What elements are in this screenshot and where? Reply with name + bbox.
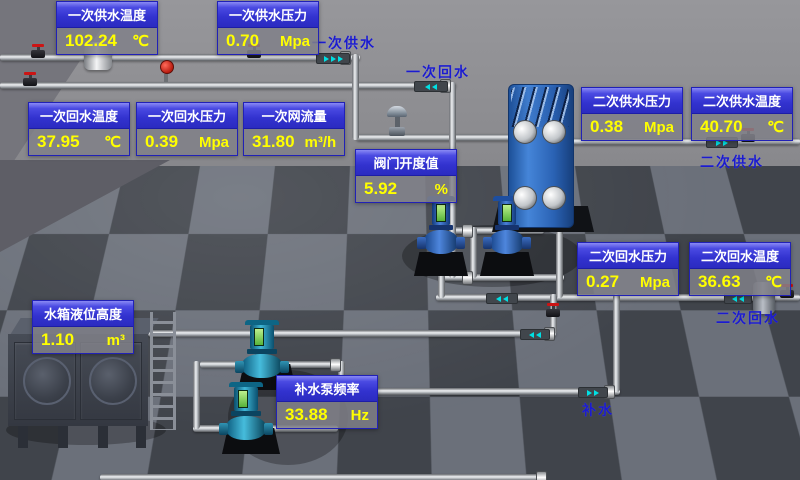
gauge-secondary-supply-pressure[interactable]: 二次供水压力 0.38Mpa	[581, 87, 683, 141]
gauge-title: 补水泵频率	[277, 376, 377, 402]
gauge-title: 二次回水压力	[578, 243, 678, 269]
gauge-secondary-return-temp[interactable]: 二次回水温度 36.63℃	[689, 242, 791, 296]
flow-arrows-right-icon	[578, 387, 608, 398]
flow-arrows-left-icon	[486, 293, 518, 304]
gauge-title: 一次供水压力	[218, 2, 318, 28]
electric-control-valve[interactable]	[386, 106, 408, 136]
gauge-value: 1.10m³	[33, 327, 133, 353]
pump-status-indicator	[238, 390, 248, 408]
tank-leg	[98, 424, 108, 448]
gauge-value: 0.27Mpa	[578, 269, 678, 295]
gauge-primary-supply-temp[interactable]: 一次供水温度 102.24℃	[56, 1, 158, 55]
pipe-tag-primary-supply: 一次供水	[312, 33, 376, 53]
makeup-pump-1[interactable]	[242, 320, 282, 378]
gauge-makeup-pump-freq[interactable]: 补水泵频率 33.88Hz	[276, 375, 378, 429]
pipe-tag-primary-return: 一次回水	[406, 62, 470, 82]
tank-manhole	[89, 357, 137, 405]
makeup-pump-2[interactable]	[226, 382, 266, 440]
hx-port-top-left	[513, 120, 537, 144]
pipe-makeup-riser	[613, 294, 620, 392]
gauge-value: 33.88Hz	[277, 402, 377, 428]
pipe-manifold-drop	[438, 274, 445, 298]
hmi-scada-screen: 一次供水 一次回水 二次供水 二次回水 补水 一次供水温度 102.24℃ 一次…	[0, 0, 800, 480]
pipe-flange	[330, 358, 341, 372]
pressure-gauge-icon	[160, 60, 172, 82]
gauge-title: 二次供水压力	[582, 88, 682, 114]
gauge-valve-opening[interactable]: 阀门开度值 5.92%	[355, 149, 457, 203]
pipe-primary-supply-drop	[352, 54, 359, 140]
gauge-title: 一次网流量	[244, 103, 344, 129]
pump-status-indicator	[254, 328, 264, 346]
pipe-bottom-line	[100, 474, 545, 480]
flow-arrows-left-icon	[520, 329, 550, 340]
gauge-tank-level[interactable]: 水箱液位高度 1.10m³	[32, 300, 134, 354]
circulation-pump2-base	[480, 252, 534, 276]
gauge-primary-return-temp[interactable]: 一次回水温度 37.95℃	[28, 102, 130, 156]
gauge-value: 40.70℃	[692, 114, 792, 140]
gauge-title: 阀门开度值	[356, 150, 456, 176]
gauge-title: 一次供水温度	[57, 2, 157, 28]
gauge-primary-flow[interactable]: 一次网流量 31.80m³/h	[243, 102, 345, 156]
circulation-pump1-base	[414, 252, 468, 276]
pipe-primary-supply	[0, 54, 360, 61]
pipe-flange	[462, 224, 473, 238]
flow-arrows-left-icon	[414, 81, 448, 92]
gauge-primary-supply-pressure[interactable]: 一次供水压力 0.70Mpa	[217, 1, 319, 55]
shutoff-valve-tank-connector[interactable]	[545, 303, 561, 319]
pipe-flange	[536, 471, 547, 480]
tank-leg	[18, 424, 28, 448]
hx-port-bottom-left	[513, 186, 537, 210]
gauge-value: 0.38Mpa	[582, 114, 682, 140]
flow-arrows-right-icon	[316, 53, 350, 64]
gauge-title: 一次回水温度	[29, 103, 129, 129]
gauge-value: 37.95℃	[29, 129, 129, 155]
gauge-value: 31.80m³/h	[244, 129, 344, 155]
gauge-title: 二次供水温度	[692, 88, 792, 114]
hx-port-top-right	[542, 120, 566, 144]
pipe-tag-secondary-return: 二次回水	[716, 308, 780, 328]
pipe-pump-loop-left	[193, 361, 200, 429]
gauge-title: 水箱液位高度	[33, 301, 133, 327]
gauge-value: 0.39Mpa	[137, 129, 237, 155]
circulation-pump-1[interactable]	[424, 196, 458, 254]
tank-leg	[136, 424, 146, 448]
pipe-tag-makeup-water: 补水	[582, 400, 614, 420]
gauge-value: 102.24℃	[57, 28, 157, 54]
pump-status-indicator	[436, 204, 446, 222]
pipe-tag-secondary-supply: 二次供水	[700, 152, 764, 172]
pipe-primary-return	[0, 82, 456, 89]
pump-status-indicator	[502, 204, 512, 222]
shutoff-valve-primary-return[interactable]	[22, 72, 38, 88]
gauge-primary-return-pressure[interactable]: 一次回水压力 0.39Mpa	[136, 102, 238, 156]
gauge-secondary-supply-temp[interactable]: 二次供水温度 40.70℃	[691, 87, 793, 141]
gauge-value: 0.70Mpa	[218, 28, 318, 54]
tank-leg	[58, 424, 68, 448]
gauge-value: 36.63℃	[690, 269, 790, 295]
shutoff-valve-primary-supply[interactable]	[30, 44, 46, 60]
pipe-tank-line	[148, 330, 556, 337]
gauge-secondary-return-pressure[interactable]: 二次回水压力 0.27Mpa	[577, 242, 679, 296]
tank-ladder	[150, 312, 176, 430]
hx-port-bottom-right	[542, 186, 566, 210]
gauge-value: 5.92%	[356, 176, 456, 202]
gauge-title: 二次回水温度	[690, 243, 790, 269]
tank-manhole	[23, 357, 71, 405]
gauge-title: 一次回水压力	[137, 103, 237, 129]
